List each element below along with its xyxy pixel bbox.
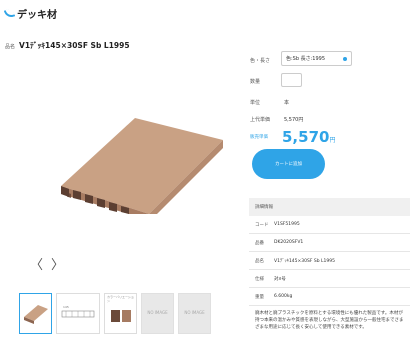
unit-value: 本 [284,100,290,106]
details-header: 詳細情報 [249,198,410,216]
unit-label: 単位 [250,100,261,106]
no-image-label: NO IMAGE [147,310,168,316]
thumbnail-photo[interactable] [19,293,52,334]
category-title: デッキ材 [17,10,57,21]
color-length-label: 色・長さ [250,58,271,64]
detail-key: コード [255,222,269,228]
thumbnail-swatches[interactable]: カラーバリエーション [104,293,137,334]
details-table: 詳細情報 コード V1SF51995 品番 DK2020SFV1 品名 V1ﾃﾞ… [249,198,410,337]
sale-price-amount: 5,570 [282,128,330,146]
product-name-label: 品名 [5,44,16,50]
detail-key: 品番 [255,240,264,246]
quantity-label: 数量 [250,79,261,85]
color-length-value: 色:Sb 長さ:1995 [286,56,326,62]
table-row: 品名 V1ﾃﾞｯｷ145×30SF Sb L1995 [249,252,410,270]
detail-value: V1ﾃﾞｯｷ145×30SF Sb L1995 [274,258,336,264]
thumbnail-strip: 145 カラーバリエーション NO IMAGE NO IMAGE [19,293,211,334]
sale-price-currency: 円 [329,137,336,144]
detail-value: 対л号 [274,276,286,282]
gallery-next-button[interactable]: 〉 [51,259,64,272]
detail-value: V1SF51995 [274,222,300,227]
sale-price: 5,570円 [282,127,335,146]
swatch-dark-brown [110,310,120,322]
table-row: コード V1SF51995 [249,216,410,234]
detail-key: 仕様 [255,276,264,282]
table-row: 重量 6.600kg [249,288,410,306]
gallery-nav: 〈 〉 [30,259,64,272]
product-main-image [61,118,223,214]
sale-price-label: 販売単価 [250,135,268,140]
product-title-line: 品名 V1ﾃﾞｯｷ145×30SF Sb L1995 [5,40,130,51]
quantity-input[interactable] [281,73,302,87]
swatch-caption: カラーバリエーション [107,295,134,303]
product-description: 廃木材と廃プラスチックを原料とする環境性にも優れた製品です。木材が持つ本来の温か… [255,311,404,330]
detail-value: DK2020SFV1 [274,240,304,245]
list-price-label: 上代単価 [250,117,271,123]
thumbnail-noimage[interactable]: NO IMAGE [141,293,174,334]
table-row: 仕様 対л号 [249,270,410,288]
gallery-prev-button[interactable]: 〈 [30,259,43,272]
dimension-caption: 145 [63,305,69,309]
detail-value: 6.600kg [274,294,293,299]
category-header: デッキ材 [3,6,57,21]
deck-board-thumbnail-image [23,304,48,324]
detail-key: 品名 [255,258,264,264]
add-to-cart-button[interactable]: カートに追加 [252,149,325,179]
no-image-label: NO IMAGE [184,310,205,316]
list-price-value: 5,570円 [284,117,304,123]
swatch-light-brown [121,310,131,322]
thumbnail-dimension[interactable]: 145 [56,293,100,334]
detail-key: 重量 [255,294,264,300]
product-title: V1ﾃﾞｯｷ145×30SF Sb L1995 [19,41,130,50]
thumbnail-noimage[interactable]: NO IMAGE [178,293,211,334]
leaf-icon [3,7,16,20]
color-length-select[interactable]: 色:Sb 長さ:1995 [281,51,352,66]
table-row: 品番 DK2020SFV1 [249,234,410,252]
dropdown-indicator-icon [343,56,347,61]
